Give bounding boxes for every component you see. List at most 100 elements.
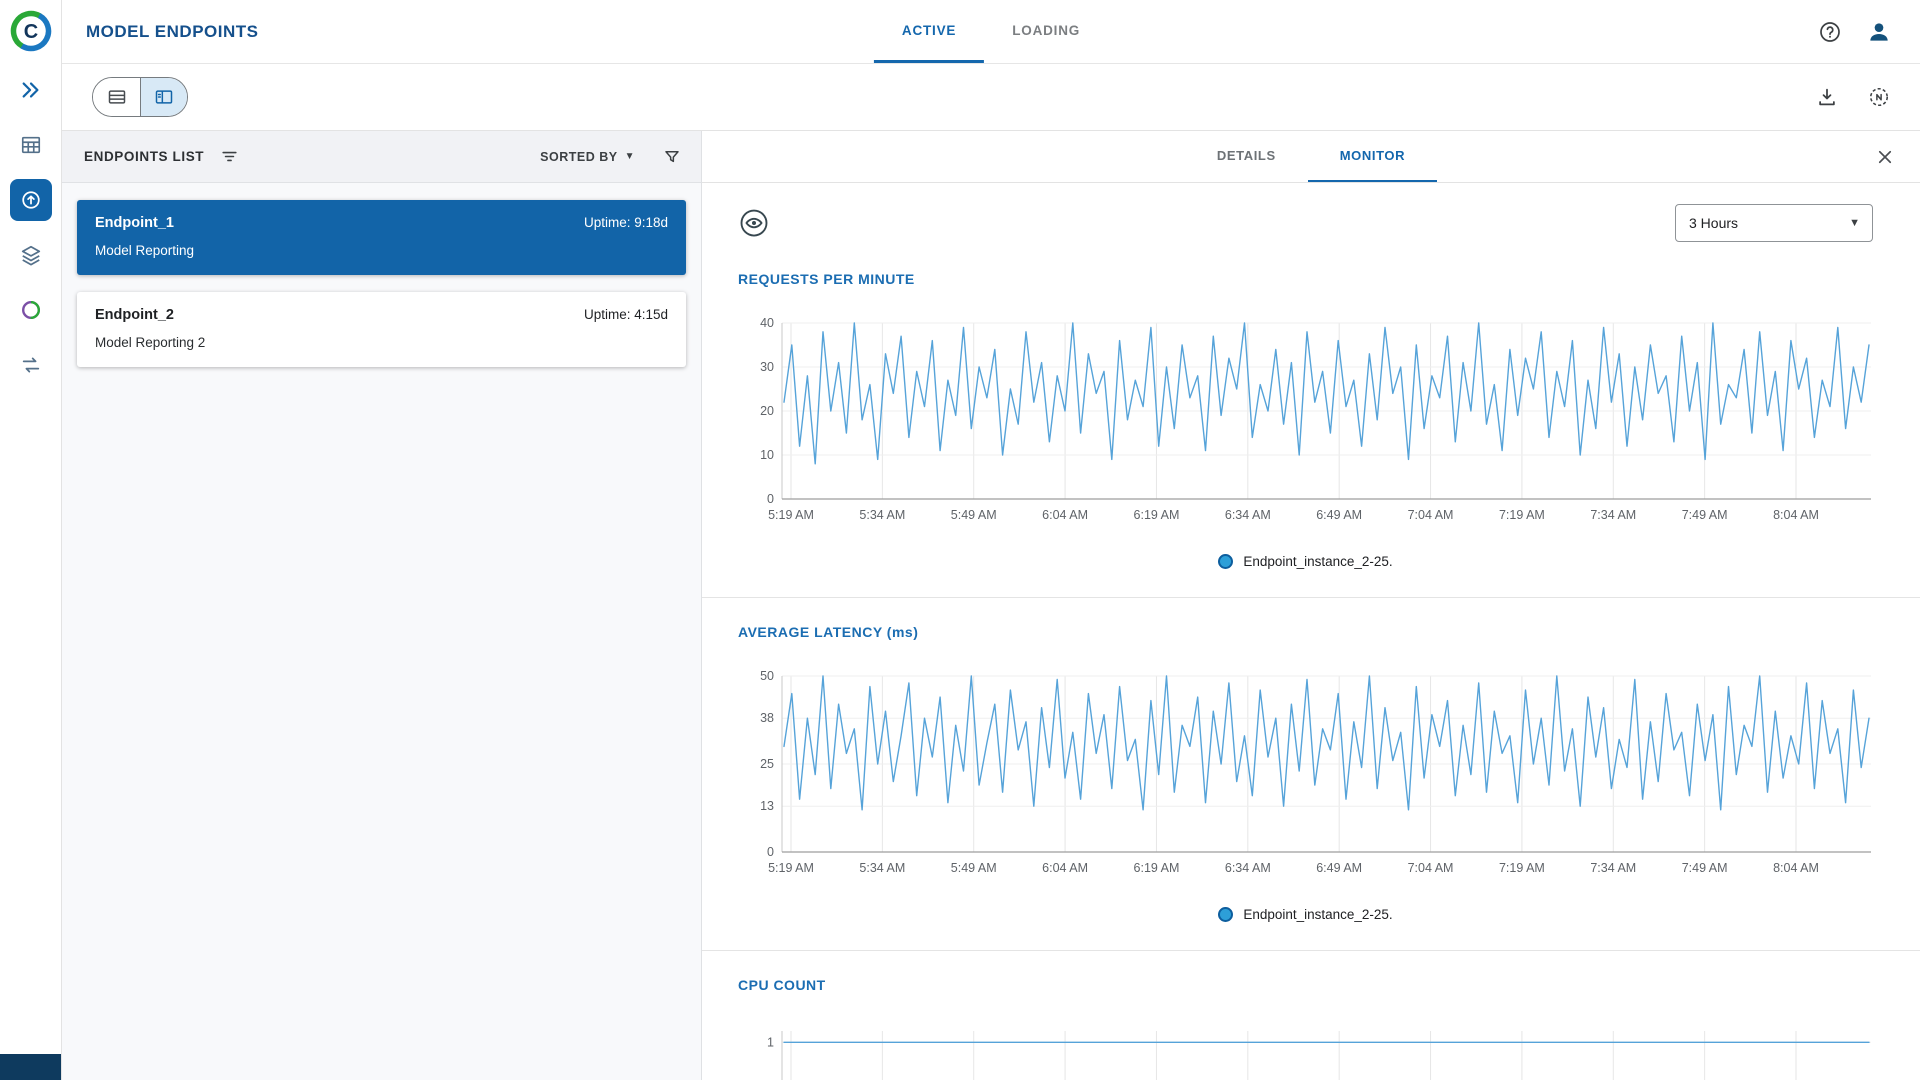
svg-text:38: 38	[760, 711, 774, 725]
svg-text:5:34 AM: 5:34 AM	[859, 508, 905, 522]
endpoint-name: Endpoint_2	[95, 307, 174, 323]
endpoint-subtitle: Model Reporting 2	[95, 335, 206, 350]
deployments-icon[interactable]	[10, 69, 52, 111]
svg-text:7:19 AM: 7:19 AM	[1499, 861, 1545, 875]
svg-text:0: 0	[767, 492, 774, 506]
sort-icon[interactable]	[220, 147, 239, 166]
chevron-down-icon: ▼	[1849, 217, 1860, 229]
cloudera-logo[interactable]: C	[9, 9, 53, 53]
auto-refresh-icon[interactable]	[1868, 86, 1890, 108]
endpoint-card-2[interactable]: Endpoint_2 Uptime: 4:15d Model Reporting…	[77, 292, 686, 367]
requests-chart-svg: 5:19 AM 5:34 AM 5:49 AM 6:04 AM 6:19 AM 6:34 …	[760, 317, 1871, 522]
tab-details[interactable]: DETAILS	[1185, 131, 1308, 182]
chevron-down-icon: ▼	[624, 151, 635, 162]
download-icon[interactable]	[1816, 86, 1838, 108]
svg-text:8:04 AM: 8:04 AM	[1773, 508, 1819, 522]
sorted-by-dropdown[interactable]: SORTED BY ▼	[540, 150, 635, 164]
monitor-panel-tabs: DETAILS MONITOR	[702, 131, 1920, 183]
svg-text:5:19 AM: 5:19 AM	[768, 861, 814, 875]
list-view-icon[interactable]	[93, 78, 140, 116]
svg-text:7:34 AM: 7:34 AM	[1590, 861, 1636, 875]
svg-text:6:19 AM: 6:19 AM	[1134, 508, 1180, 522]
latency-chart: 5:19 AM 5:34 AM 5:49 AM 6:04 AM 6:19 AM 6:34 …	[702, 640, 1920, 922]
svg-text:40: 40	[760, 317, 774, 330]
visibility-eye-icon[interactable]	[732, 201, 776, 245]
left-nav-rail: C	[0, 0, 62, 1080]
time-range-select[interactable]: 3 Hours ▼	[1675, 204, 1873, 242]
split-view-icon[interactable]	[140, 78, 187, 116]
legend-dot-icon	[1218, 907, 1234, 922]
svg-text:10: 10	[760, 448, 774, 462]
section-divider	[702, 597, 1920, 598]
legend-label: Endpoint_instance_2-25.	[1243, 907, 1393, 922]
endpoints-list-title: ENDPOINTS LIST	[84, 149, 205, 164]
endpoint-uptime: Uptime: 4:15d	[583, 307, 668, 322]
svg-text:25: 25	[760, 757, 774, 771]
close-icon[interactable]	[1876, 131, 1894, 182]
svg-text:7:49 AM: 7:49 AM	[1682, 508, 1728, 522]
svg-text:30: 30	[760, 360, 774, 374]
endpoint-name: Endpoint_1	[95, 215, 174, 231]
svg-text:5:49 AM: 5:49 AM	[951, 861, 997, 875]
svg-text:0: 0	[767, 845, 774, 859]
app-root: C MODEL ENDPOINTS ACTIVE LOADING ENDPOIN…	[0, 0, 1920, 1080]
sorted-by-label: SORTED BY	[540, 149, 618, 164]
workbench-grid-icon[interactable]	[10, 124, 52, 166]
tab-loading[interactable]: LOADING	[984, 0, 1108, 63]
section-title-cpu: CPU COUNT	[738, 977, 826, 993]
layers-icon[interactable]	[10, 234, 52, 276]
toolbar	[62, 64, 1920, 130]
svg-text:7:04 AM: 7:04 AM	[1408, 508, 1454, 522]
filter-icon[interactable]	[663, 148, 681, 166]
chart-legend: Endpoint_instance_2-25.	[738, 554, 1873, 569]
header-tabs: ACTIVE LOADING	[873, 0, 1108, 63]
section-title-requests: REQUESTS PER MINUTE	[738, 271, 915, 287]
endpoint-card-1[interactable]: Endpoint_1 Uptime: 9:18d Model Reporting	[77, 200, 686, 275]
svg-text:20: 20	[760, 404, 774, 418]
cpu-chart: 5:19 AM5:34 AM5:49 AM6:04 AM6:19 AM6:34 …	[702, 993, 1920, 1080]
model-endpoints-icon[interactable]	[9, 179, 52, 221]
requests-chart: 5:19 AM 5:34 AM 5:49 AM 6:04 AM 6:19 AM 6:34 …	[702, 287, 1920, 569]
svg-text:13: 13	[760, 799, 774, 813]
svg-text:7:04 AM: 7:04 AM	[1408, 861, 1454, 875]
svg-text:7:49 AM: 7:49 AM	[1682, 861, 1728, 875]
app-header: MODEL ENDPOINTS ACTIVE LOADING	[62, 0, 1920, 64]
endpoint-uptime: Uptime: 9:18d	[583, 215, 668, 230]
workspace: ENDPOINTS LIST SORTED BY ▼ Endpoint_1 Up…	[62, 130, 1920, 1080]
section-title-latency: AVERAGE LATENCY (ms)	[738, 624, 919, 640]
endpoints-list-header: ENDPOINTS LIST SORTED BY ▼	[62, 131, 701, 183]
svg-text:5:19 AM: 5:19 AM	[768, 508, 814, 522]
view-toggle-group	[92, 77, 188, 117]
page-title: MODEL ENDPOINTS	[86, 21, 259, 41]
svg-text:6:19 AM: 6:19 AM	[1134, 861, 1180, 875]
rail-footer	[0, 1054, 61, 1080]
svg-text:7:19 AM: 7:19 AM	[1499, 508, 1545, 522]
svg-text:7:34 AM: 7:34 AM	[1590, 508, 1636, 522]
monitor-panel: DETAILS MONITOR 3 Hours ▼ REQUESTS PER M…	[702, 131, 1920, 1080]
svg-text:1: 1	[767, 1035, 774, 1049]
svg-text:50: 50	[760, 670, 774, 683]
svg-text:5:34 AM: 5:34 AM	[859, 861, 905, 875]
svg-text:6:49 AM: 6:49 AM	[1316, 508, 1362, 522]
legend-label: Endpoint_instance_2-25.	[1243, 554, 1393, 569]
section-divider	[702, 950, 1920, 951]
chart-legend: Endpoint_instance_2-25.	[738, 907, 1873, 922]
help-icon[interactable]	[1818, 20, 1842, 44]
hub-ring-icon[interactable]	[10, 289, 52, 331]
svg-text:6:04 AM: 6:04 AM	[1042, 861, 1088, 875]
endpoint-subtitle: Model Reporting	[95, 243, 195, 258]
tab-monitor[interactable]: MONITOR	[1307, 131, 1438, 182]
connections-icon[interactable]	[10, 344, 52, 386]
cpu-chart-svg: 5:19 AM5:34 AM5:49 AM6:04 AM6:19 AM6:34 …	[767, 1031, 1871, 1080]
svg-text:6:49 AM: 6:49 AM	[1316, 861, 1362, 875]
latency-chart-svg: 5:19 AM 5:34 AM 5:49 AM 6:04 AM 6:19 AM 6:34 …	[760, 670, 1871, 875]
endpoints-list-panel: ENDPOINTS LIST SORTED BY ▼ Endpoint_1 Up…	[62, 131, 702, 1080]
monitor-content: 3 Hours ▼ REQUESTS PER MINUTE 5:19 AM 5:3…	[702, 183, 1920, 1080]
svg-text:6:34 AM: 6:34 AM	[1225, 508, 1271, 522]
svg-text:C: C	[23, 21, 37, 43]
svg-text:5:49 AM: 5:49 AM	[951, 508, 997, 522]
svg-text:8:04 AM: 8:04 AM	[1773, 861, 1819, 875]
tab-active[interactable]: ACTIVE	[873, 0, 985, 63]
user-avatar-icon[interactable]	[1866, 19, 1892, 45]
time-range-value: 3 Hours	[1689, 215, 1739, 231]
